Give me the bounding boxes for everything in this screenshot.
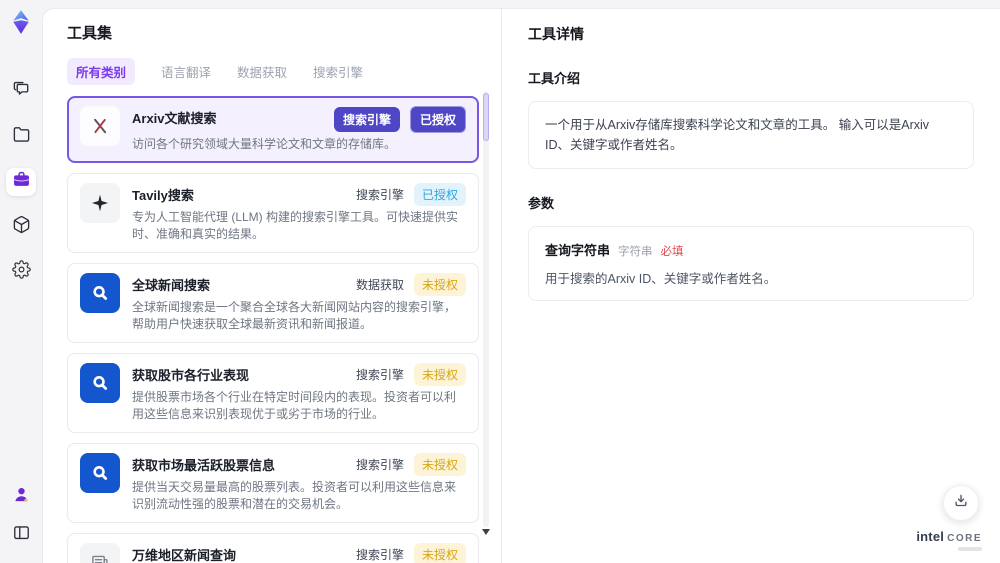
param-name: 查询字符串 [545, 243, 611, 258]
tool-card[interactable]: Tavily搜索 搜索引擎 已授权 专为人工智能代理 (LLM) 构建的搜索引擎… [67, 173, 479, 253]
category-tabs: 所有类别 语言翻译 数据获取 搜索引擎 [67, 58, 501, 85]
gem-logo-icon[interactable] [7, 8, 35, 36]
sidebar-item-files[interactable] [6, 123, 36, 151]
tool-detail-panel: 工具详情 工具介绍 一个用于从Arxiv存储库搜索科学论文和文章的工具。 输入可… [501, 9, 1000, 563]
tab-category-0[interactable]: 所有类别 [67, 58, 136, 85]
news-search-icon [80, 363, 120, 403]
tool-name: Tavily搜索 [132, 188, 194, 203]
sidebar-nav [6, 78, 36, 286]
news-search-icon [80, 273, 120, 313]
sidebar-item-collapse[interactable] [6, 521, 36, 549]
sidebar-bottom [6, 483, 36, 549]
tool-category-label: 搜索引擎 [333, 107, 400, 132]
tool-description: 专为人工智能代理 (LLM) 构建的搜索引擎工具。可快速提供实时、准确和真实的结… [132, 210, 459, 241]
news-search-icon [80, 453, 120, 493]
gear-icon [11, 260, 31, 284]
intro-heading: 工具介绍 [528, 71, 581, 86]
tool-name: 万维地区新闻查询 [132, 548, 237, 563]
param-item: 查询字符串 字符串 必填 用于搜索的Arxiv ID、关键字或作者姓名。 [528, 226, 974, 301]
tool-category-label: 搜索引擎 [355, 548, 404, 562]
brand-intel-text: intel [916, 529, 945, 544]
params-heading: 参数 [528, 196, 555, 211]
tab-category-2[interactable]: 数据获取 [237, 58, 287, 85]
tool-category-label: 搜索引擎 [355, 188, 404, 202]
tool-card[interactable]: 获取市场最活跃股票信息 搜索引擎 未授权 提供当天交易量最高的股票列表。投资者可… [67, 443, 479, 523]
tool-card[interactable]: Arxiv文献搜索 搜索引擎 已授权 访问各个研究领域大量科学论文和文章的存储库… [67, 96, 479, 163]
tool-auth-badge: 已授权 [409, 106, 466, 133]
tool-category-label: 搜索引擎 [355, 368, 404, 382]
tool-name: 获取股市各行业表现 [132, 368, 250, 383]
scroll-down-icon[interactable] [482, 529, 490, 535]
folder-icon [12, 125, 31, 149]
panel-icon [12, 523, 31, 547]
param-description: 用于搜索的Arxiv ID、关键字或作者姓名。 [545, 272, 777, 286]
tool-auth-badge: 未授权 [413, 273, 466, 296]
user-icon [12, 485, 31, 509]
tool-auth-badge: 未授权 [413, 363, 466, 386]
tab-category-1[interactable]: 语言翻译 [161, 58, 211, 85]
briefcase-icon [12, 170, 31, 194]
tool-list: Arxiv文献搜索 搜索引擎 已授权 访问各个研究领域大量科学论文和文章的存储库… [67, 96, 479, 563]
sparkle-icon [80, 183, 120, 223]
scrollbar-thumb[interactable] [483, 93, 489, 141]
tool-name: 获取市场最活跃股票信息 [132, 458, 276, 473]
tool-card[interactable]: 全球新闻搜索 数据获取 未授权 全球新闻搜索是一个聚合全球各大新闻网站内容的搜索… [67, 263, 479, 343]
tool-auth-badge: 未授权 [413, 543, 466, 563]
tool-category-label: 搜索引擎 [355, 458, 404, 472]
tool-auth-badge: 未授权 [413, 453, 466, 476]
sidebar-item-chat[interactable] [6, 78, 36, 106]
sidebar-item-packages[interactable] [6, 213, 36, 241]
newspaper-icon [80, 543, 120, 563]
tool-auth-badge: 已授权 [413, 183, 466, 206]
arxiv-icon [80, 106, 120, 146]
sidebar-item-tools[interactable] [6, 168, 36, 196]
param-type: 字符串 [618, 246, 653, 258]
tool-category-label: 数据获取 [355, 278, 404, 292]
cube-icon [12, 215, 31, 239]
tool-intro-text: 一个用于从Arxiv存储库搜索科学论文和文章的工具。 输入可以是Arxiv ID… [545, 118, 930, 152]
tool-description: 全球新闻搜索是一个聚合全球各大新闻网站内容的搜索引擎，帮助用户快速获取全球最新资… [132, 300, 457, 331]
tool-card[interactable]: 获取股市各行业表现 搜索引擎 未授权 提供股票市场各个行业在特定时间段内的表现。… [67, 353, 479, 433]
detail-title: 工具详情 [528, 26, 584, 42]
scrollbar[interactable] [483, 91, 489, 527]
tool-description: 访问各个研究领域大量科学论文和文章的存储库。 [132, 137, 397, 151]
chat-icon [12, 80, 31, 104]
sidebar-item-profile[interactable] [6, 483, 36, 511]
brand-core-text: CORE [947, 533, 982, 544]
app-sidebar [0, 0, 42, 563]
tool-description: 提供当天交易量最高的股票列表。投资者可以利用这些信息来识别流动性强的股票和潜在的… [132, 480, 457, 511]
sidebar-item-settings[interactable] [6, 258, 36, 286]
intel-core-logo: intel CORE [916, 530, 982, 551]
param-required-badge: 必填 [660, 246, 684, 258]
page-title: 工具集 [67, 25, 113, 42]
tool-name: Arxiv文献搜索 [132, 111, 217, 126]
download-icon [952, 492, 970, 515]
tool-list-panel: 工具集 所有类别 语言翻译 数据获取 搜索引擎 Arxiv文献搜索 搜索引擎 已授权 … [43, 9, 501, 563]
tool-card[interactable]: 万维地区新闻查询 搜索引擎 未授权 查询具体行政区划内的新闻，快速了解各地新闻动 [67, 533, 479, 563]
main-content: 工具集 所有类别 语言翻译 数据获取 搜索引擎 Arxiv文献搜索 搜索引擎 已授权 … [42, 8, 1000, 563]
download-button[interactable] [943, 485, 979, 521]
tool-name: 全球新闻搜索 [132, 278, 211, 293]
tab-category-3[interactable]: 搜索引擎 [313, 58, 363, 85]
tool-description: 提供股票市场各个行业在特定时间段内的表现。投资者可以利用这些信息来识别表现优于或… [132, 390, 457, 421]
